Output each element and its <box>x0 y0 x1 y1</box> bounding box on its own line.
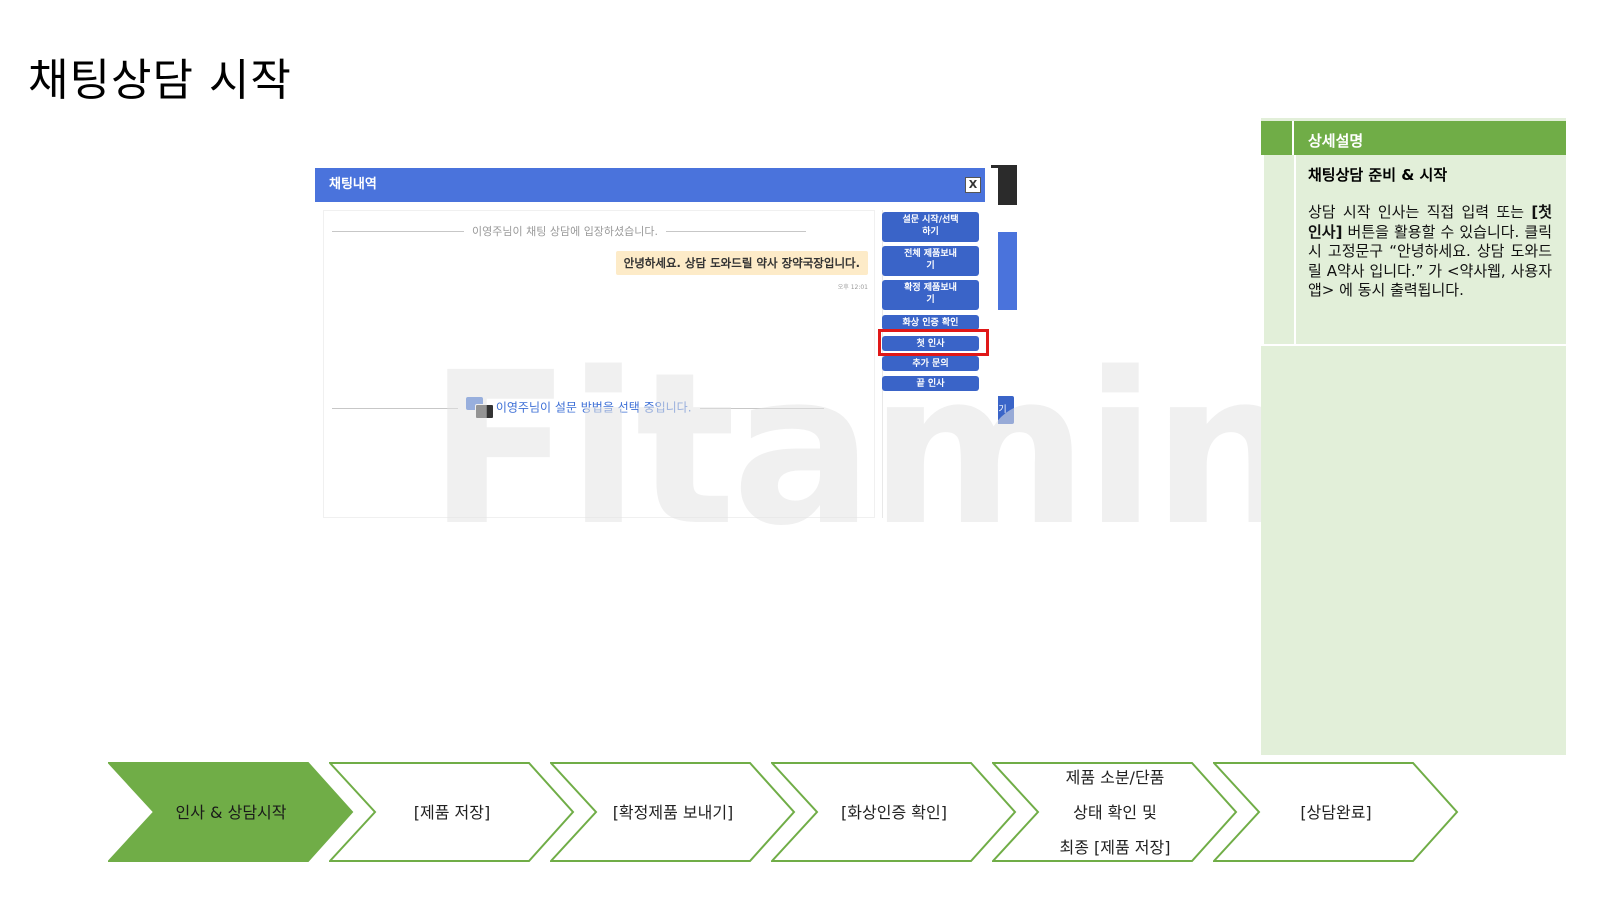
closing-greeting-button[interactable]: 끝 인사 <box>882 376 979 391</box>
description-text-cont: 버튼을 활용할 수 있습니다. 클릭 시 고정문구 “안녕하세요. 상담 도와드… <box>1308 222 1552 300</box>
detail-panel-header: 상세설명 <box>1261 121 1566 155</box>
detail-panel: 상세설명 채팅상담 준비 & 시작 상담 시작 인사는 직접 입력 또는 [첫 … <box>1261 118 1566 755</box>
send-confirmed-products-button[interactable]: 확정 제품보내 기 <box>882 280 979 310</box>
flow-step-4: [화상인증 확인] <box>771 762 1017 862</box>
flow-step-6: [상담완료] <box>1213 762 1459 862</box>
flow-step-2: [제품 저장] <box>329 762 575 862</box>
flow-step-label: [화상인증 확인] <box>841 802 947 822</box>
system-message-enter: 이영주님이 채팅 상담에 입장하셨습니다. <box>332 223 807 239</box>
detail-subtitle: 채팅상담 준비 & 시작 <box>1308 166 1448 184</box>
detail-description: 상담 시작 인사는 직접 입력 또는 [첫 인사] 버튼을 활용할 수 있습니다… <box>1308 203 1552 301</box>
divider <box>699 407 824 409</box>
system-message-text: 이영주님이 채팅 상담에 입장하셨습니다. <box>472 225 659 238</box>
chat-bubbles-icon <box>466 397 494 419</box>
message-timestamp: 오후 12:01 <box>837 284 868 291</box>
greeting-bubble: 안녕하세요. 상담 도와드릴 약사 장약국장입니다. <box>615 251 868 275</box>
flow-step-1: 인사 & 상담시작 <box>108 762 354 862</box>
flow-step-5: 제품 소분/단품 상태 확인 및 최종 [제품 저장] <box>992 762 1238 862</box>
close-button[interactable]: X <box>965 177 981 193</box>
divider <box>666 230 807 232</box>
table-border <box>1261 155 1264 346</box>
send-all-products-button[interactable]: 전체 제품보내 기 <box>882 246 979 276</box>
additional-inquiry-button[interactable]: 추가 문의 <box>882 356 979 371</box>
flow-step-label: 제품 소분/단품 상태 확인 및 최종 [제품 저장] <box>1059 767 1171 857</box>
flow-step-label: [제품 저장] <box>413 802 491 822</box>
description-text: 상담 시작 인사는 직접 입력 또는 <box>1308 203 1532 221</box>
detail-panel-header-text: 상세설명 <box>1308 132 1364 150</box>
fragment-label: 기 <box>998 405 1007 415</box>
chat-message-area: 이영주님이 채팅 상담에 입장하셨습니다. 안녕하세요. 상담 도와드릴 약사 … <box>323 210 875 518</box>
header-index-cell <box>1264 121 1294 155</box>
chat-window-title: 채팅내역 <box>315 168 985 202</box>
flow-step-3: [확정제품 보내기] <box>550 762 796 862</box>
flow-step-label: [확정제품 보내기] <box>612 802 734 822</box>
survey-start-button[interactable]: 설문 시작/선택 하기 <box>882 212 979 242</box>
highlight-box-first-greeting <box>878 329 989 356</box>
table-row-divider <box>1261 344 1566 346</box>
page-title: 채팅상담 시작 <box>28 55 292 106</box>
video-verify-button[interactable]: 화상 인증 확인 <box>882 315 979 330</box>
system-message-text: 이영주님이 설문 방법을 선택 중입니다. <box>495 400 692 415</box>
system-message-survey: 이영주님이 설문 방법을 선택 중입니다. <box>332 397 824 419</box>
divider <box>332 230 464 232</box>
flow-step-label: [상담완료] <box>1300 802 1372 822</box>
divider <box>332 407 458 409</box>
table-column-divider <box>1294 155 1296 346</box>
flow-step-label: 인사 & 상담시작 <box>175 802 287 822</box>
